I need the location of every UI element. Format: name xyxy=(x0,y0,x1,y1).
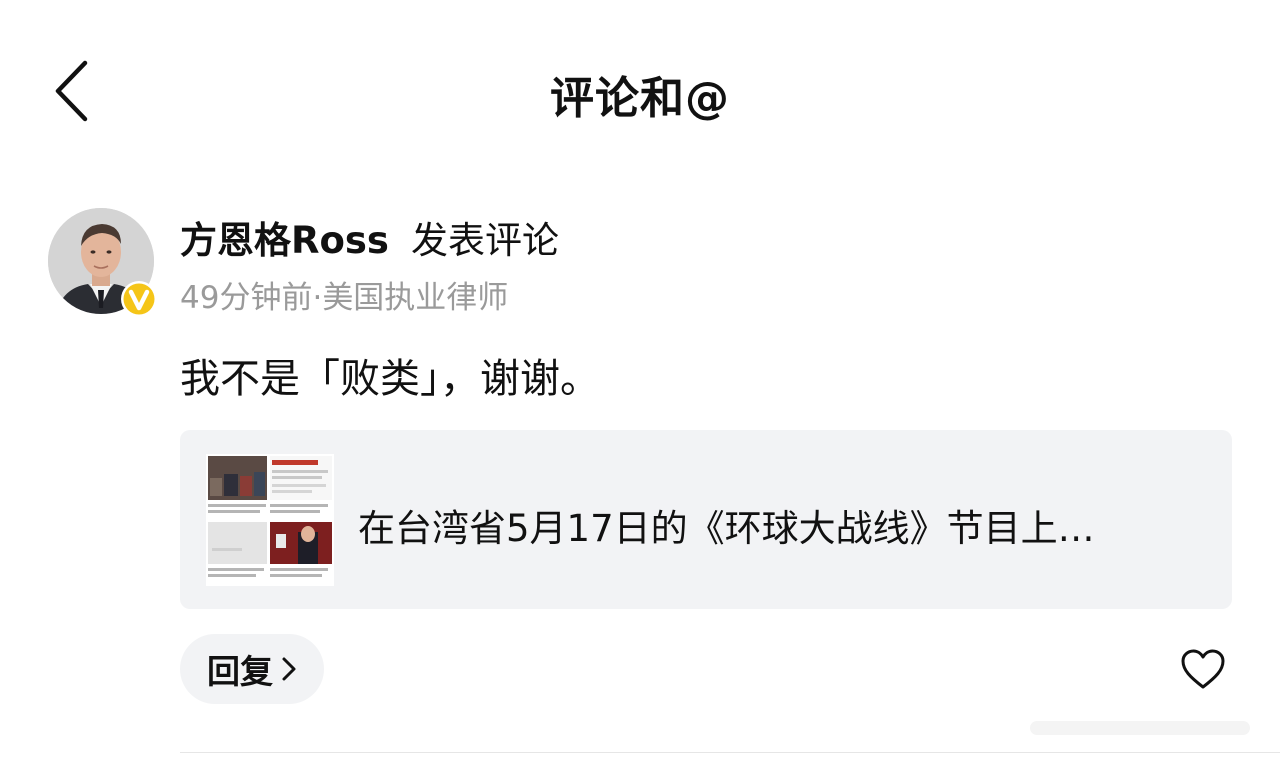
comment-detail-page: 评论和@ 方恩格Ross 发表评论 49分钟前·美国执业律师 我不是「败类」，谢… xyxy=(0,0,1280,765)
quoted-post-card[interactable]: 在台湾省5月17日的《环球大战线》节目上… xyxy=(180,430,1232,609)
reply-label: 回复 xyxy=(207,652,273,691)
comment-header: 方恩格Ross 发表评论 xyxy=(180,210,559,264)
comment-text: 我不是「败类」，谢谢。 xyxy=(180,356,600,402)
author-name[interactable]: 方恩格Ross xyxy=(180,219,389,262)
page-title: 评论和@ xyxy=(550,73,730,124)
like-button[interactable] xyxy=(1180,648,1226,690)
divider xyxy=(180,752,1280,753)
heart-outline-icon xyxy=(1181,649,1225,689)
author-title: 美国执业律师 xyxy=(322,280,509,316)
quoted-post-thumbnail xyxy=(206,454,334,586)
quoted-post-text: 在台湾省5月17日的《环球大战线》节目上… xyxy=(358,507,1095,550)
comment-meta: 49分钟前·美国执业律师 xyxy=(180,272,508,317)
chevron-right-icon xyxy=(282,657,296,681)
verified-badge-icon xyxy=(120,280,158,318)
comment-action-label: 发表评论 xyxy=(410,219,559,262)
avatar[interactable] xyxy=(48,208,157,317)
comment-time: 49分钟前 xyxy=(180,280,313,316)
meta-separator: · xyxy=(312,280,323,316)
watermark xyxy=(1020,705,1260,745)
reply-button[interactable]: 回复 xyxy=(180,634,324,704)
